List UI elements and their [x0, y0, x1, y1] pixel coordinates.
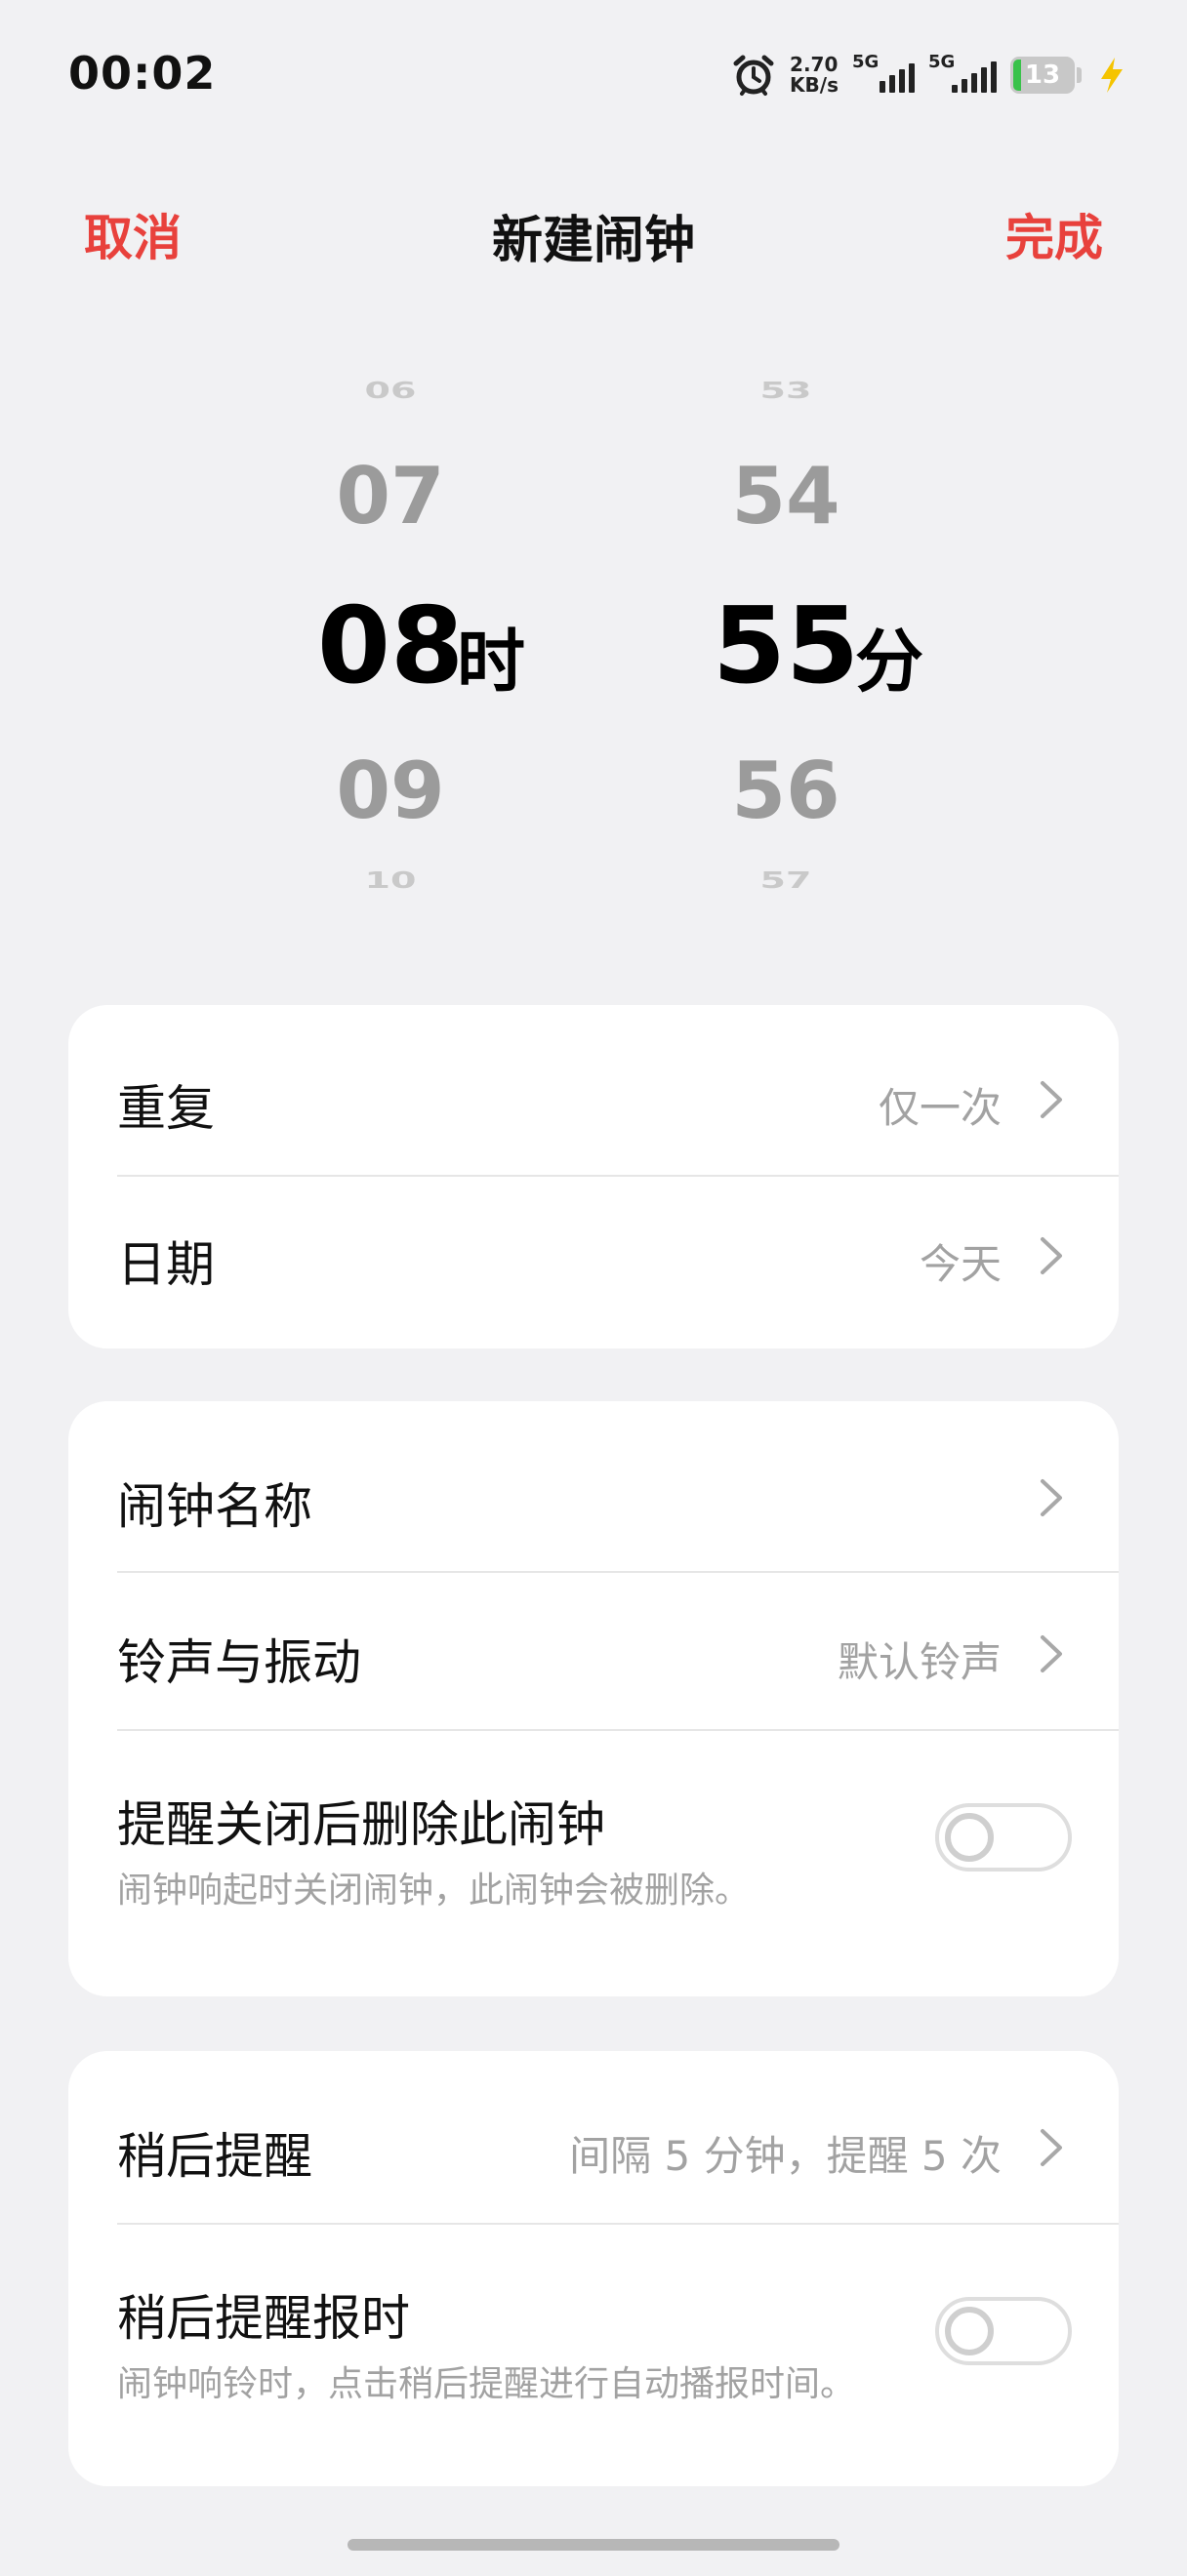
snooze-label: 稍后提醒: [117, 2128, 312, 2185]
snooze-card: 稍后提醒 间隔 5 分钟，提醒 5 次 稍后提醒报时 闹钟响铃时，点击稍后提醒进…: [68, 2051, 1119, 2486]
status-icons: 2.70 KB/s 5G 5G 13: [731, 51, 1128, 100]
speed-unit: KB/s: [790, 73, 839, 97]
repeat-label: 重复: [117, 1080, 215, 1137]
alarm-settings-card: 闹钟名称 铃声与振动 默认铃声 提醒关闭后删除此闹钟 闹钟响起时关闭闹钟，此闹钟…: [68, 1401, 1119, 1996]
date-label: 日期: [117, 1236, 215, 1293]
hour-option[interactable]: 06: [293, 378, 488, 403]
hour-option[interactable]: 10: [293, 867, 488, 893]
schedule-card: 重复 仅一次 日期 今天: [68, 1005, 1119, 1348]
status-bar: 00:02 2.70 KB/s 5G 5G 13: [0, 0, 1187, 156]
snooze-announce-description: 闹钟响铃时，点击稍后提醒进行自动播报时间。: [117, 2364, 856, 2404]
date-value: 今天: [919, 1240, 1002, 1288]
battery-level: 13: [1024, 60, 1061, 90]
hour-option[interactable]: 07: [293, 451, 488, 542]
snooze-row[interactable]: 稍后提醒 间隔 5 分钟，提醒 5 次: [68, 2069, 1119, 2225]
alarm-name-label: 闹钟名称: [117, 1478, 312, 1535]
delete-after-dismiss-toggle[interactable]: [935, 1803, 1072, 1872]
chevron-right-icon: [1041, 2129, 1062, 2166]
chevron-right-icon: [1041, 1635, 1062, 1672]
battery-icon: 13: [1010, 57, 1075, 94]
minute-option[interactable]: 57: [688, 867, 883, 893]
ringtone-value: 默认铃声: [837, 1638, 1002, 1686]
snooze-announce-toggle[interactable]: [935, 2297, 1072, 2365]
snooze-announce-row: 稍后提醒报时 闹钟响铃时，点击稍后提醒进行自动播报时间。: [68, 2225, 1119, 2420]
delete-after-dismiss-row: 提醒关闭后删除此闹钟 闹钟响起时关闭闹钟，此闹钟会被删除。: [68, 1731, 1119, 1926]
chevron-right-icon: [1041, 1237, 1062, 1274]
network-type-2: 5G: [928, 52, 956, 72]
delete-after-dismiss-description: 闹钟响起时关闭闹钟，此闹钟会被删除。: [117, 1871, 751, 1911]
chevron-right-icon: [1041, 1081, 1062, 1118]
alarm-icon: [733, 55, 774, 96]
ringtone-label: 铃声与振动: [117, 1634, 361, 1691]
signal-icon-1: 5G: [852, 52, 915, 93]
hour-unit-label: 时: [457, 622, 525, 702]
chevron-right-icon: [1041, 1479, 1062, 1516]
date-row[interactable]: 日期 今天: [68, 1177, 1119, 1333]
minute-option[interactable]: 53: [688, 378, 883, 403]
ringtone-row[interactable]: 铃声与振动 默认铃声: [68, 1575, 1119, 1731]
minute-unit-label: 分: [855, 622, 923, 702]
hour-option[interactable]: 09: [293, 745, 488, 836]
signal-icon-2: 5G: [928, 52, 997, 93]
network-speed: 2.70 KB/s: [790, 55, 839, 96]
network-type-1: 5G: [852, 52, 880, 72]
battery-cap: [1077, 67, 1082, 83]
speed-value: 2.70: [790, 53, 839, 76]
charging-icon: [1101, 58, 1123, 93]
status-time: 00:02: [68, 47, 217, 100]
minute-option[interactable]: 54: [688, 451, 883, 542]
home-indicator[interactable]: [348, 2539, 839, 2551]
minute-option[interactable]: 56: [688, 745, 883, 836]
time-picker: 06 07 08 09 10 时 53 54 55 56 57 分: [0, 342, 1187, 927]
divider: [117, 1571, 1119, 1573]
snooze-value: 间隔 5 分钟，提醒 5 次: [569, 2132, 1002, 2180]
done-button[interactable]: 完成: [1005, 199, 1103, 269]
repeat-row[interactable]: 重复 仅一次: [68, 1021, 1119, 1177]
delete-after-dismiss-label: 提醒关闭后删除此闹钟: [117, 1796, 605, 1853]
snooze-announce-label: 稍后提醒报时: [117, 2290, 410, 2347]
repeat-value: 仅一次: [878, 1084, 1002, 1132]
alarm-name-row[interactable]: 闹钟名称: [68, 1419, 1119, 1575]
minute-selected[interactable]: 55: [688, 585, 883, 707]
